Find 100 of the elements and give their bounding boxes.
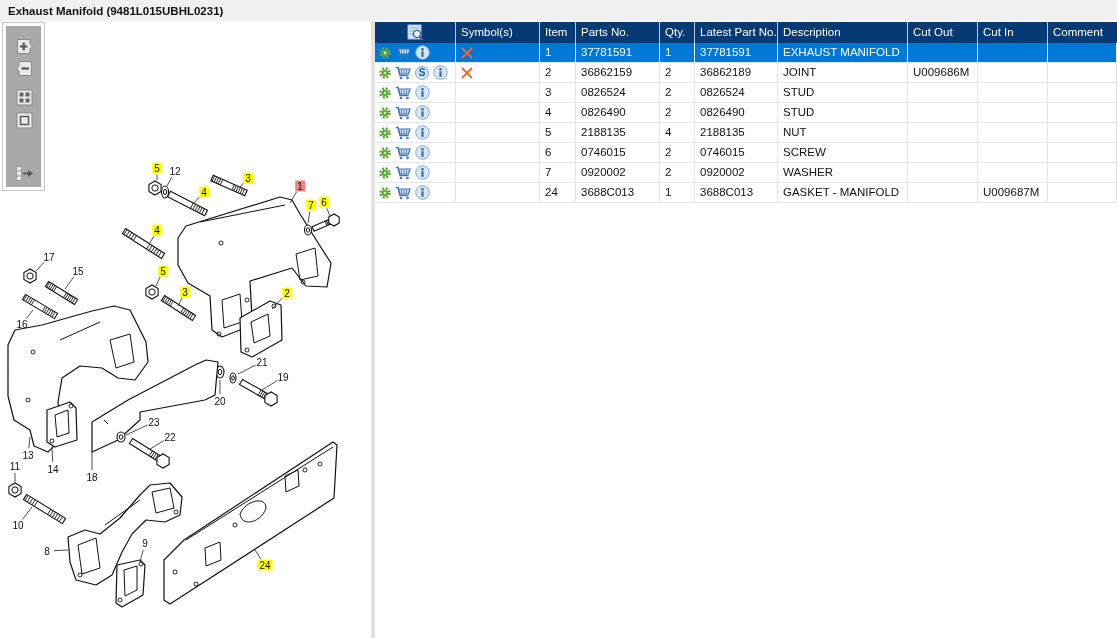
table-row[interactable]: 5 2188135 4 2188135 NUT [375,123,1117,143]
table-row[interactable]: 4 0826490 2 0826490 STUD [375,103,1117,123]
cart-icon[interactable] [395,145,411,160]
callout-number: 16 [15,318,29,330]
gear-icon[interactable] [379,46,391,59]
grid-icon [16,89,33,106]
leader-line [239,182,244,188]
table-cell: 3688C013 [576,183,660,203]
gasket [115,559,146,608]
leader-line [219,379,221,395]
callout-number: 8 [43,545,51,557]
info-icon[interactable] [415,125,430,140]
gasket [239,300,283,358]
callout-number[interactable]: 1 [295,180,305,192]
callout-number[interactable]: 5 [158,265,168,277]
stud [21,293,59,320]
table-cell: 3 [540,83,576,103]
table-row[interactable]: 24 3688C013 1 3688C013 GASKET - MANIFOLD U009687M [375,183,1117,203]
table-cell: 0826524 [695,83,778,103]
nut [23,268,37,284]
gear-icon[interactable] [379,106,391,119]
gear-icon[interactable] [379,186,391,199]
table-row[interactable]: 6 0746015 2 0746015 SCREW [375,143,1117,163]
callout-number[interactable]: 24 [257,559,273,571]
callout-number: 17 [42,251,56,263]
callout-number[interactable]: 6 [319,196,329,208]
table-cell: U009687M [978,183,1048,203]
table-cell: 0746015 [695,143,778,163]
search-icon[interactable] [406,24,424,41]
cart-icon[interactable] [395,105,411,120]
gear-icon[interactable] [379,146,391,159]
table-cell: JOINT [778,63,908,83]
leader-line [125,424,149,436]
leader-line [149,440,165,450]
bolt [311,213,340,233]
washer [160,185,170,199]
table-cell: 1 [660,43,695,63]
gear-icon[interactable] [379,166,391,179]
cart-icon[interactable] [395,185,411,200]
zoom-in-button[interactable] [15,37,34,56]
cart-icon[interactable] [395,125,411,140]
gear-icon[interactable] [379,126,391,139]
callout-number[interactable]: 4 [199,186,209,198]
table-cell: 2188135 [576,123,660,143]
table-cell: EXHAUST MANIFOLD [778,43,908,63]
leader-line [237,364,257,375]
info-icon[interactable] [415,45,430,60]
square-icon [16,112,33,129]
panel-title: Exhaust Manifold (9481L015UBHL0231) [8,4,224,17]
leader-line [14,472,16,483]
table-cell: 2 [540,63,576,83]
letter-badge[interactable]: S [415,65,429,80]
info-icon[interactable] [415,85,430,100]
table-cell: 2 [660,63,695,83]
cart-icon[interactable] [395,65,411,80]
column-header[interactable]: Comment [1048,22,1117,43]
info-icon[interactable] [415,105,430,120]
info-icon[interactable] [415,165,430,180]
gear-icon[interactable] [379,86,391,99]
leader-line [149,235,155,244]
stud [166,190,209,217]
gear-icon[interactable] [379,66,391,79]
leader-line [289,191,297,204]
table-cell: 24 [540,183,576,203]
cart-icon[interactable] [395,45,411,60]
zoom-out-button[interactable] [15,59,34,78]
callout-number[interactable]: 3 [243,172,253,184]
callout-number[interactable]: 7 [306,199,316,211]
table-cell: 4 [540,103,576,123]
callout-number[interactable]: 3 [180,286,190,298]
leader-line [21,506,33,520]
callout-number: 18 [85,471,99,483]
table-cell: 1 [540,43,576,63]
info-icon[interactable] [433,65,448,80]
cart-icon[interactable] [395,165,411,180]
table-cell: 2 [660,163,695,183]
fit-view-button[interactable] [15,88,34,107]
callout-number[interactable]: 5 [152,162,162,174]
callout-number: 10 [11,519,25,531]
washer [229,372,237,384]
table-row[interactable]: 7 0920002 2 0920002 WASHER [375,163,1117,183]
table-row[interactable]: 3 0826524 2 0826524 STUD [375,83,1117,103]
callout-number: 14 [46,463,60,475]
nut [8,482,22,498]
info-icon[interactable] [415,185,430,200]
stud [22,493,67,525]
table-row[interactable]: S 2 36862159 2 36862189 JOINT U009686M [375,63,1117,83]
actual-size-button[interactable] [15,111,34,130]
table-row[interactable]: 1 37781591 1 37781591 EXHAUST MANIFOLD [375,43,1117,63]
cart-icon[interactable] [395,85,411,100]
callout-number[interactable]: 2 [282,287,292,299]
callout-number[interactable]: 4 [152,224,162,236]
table-cell: 3688C013 [695,183,778,203]
table-cell: 0826490 [695,103,778,123]
panel-toggle-button[interactable] [15,164,34,183]
stud [160,294,197,322]
table-cell: 36862159 [576,63,660,83]
table-cell: 5 [540,123,576,143]
info-icon[interactable] [415,145,430,160]
table-cell: STUD [778,103,908,123]
